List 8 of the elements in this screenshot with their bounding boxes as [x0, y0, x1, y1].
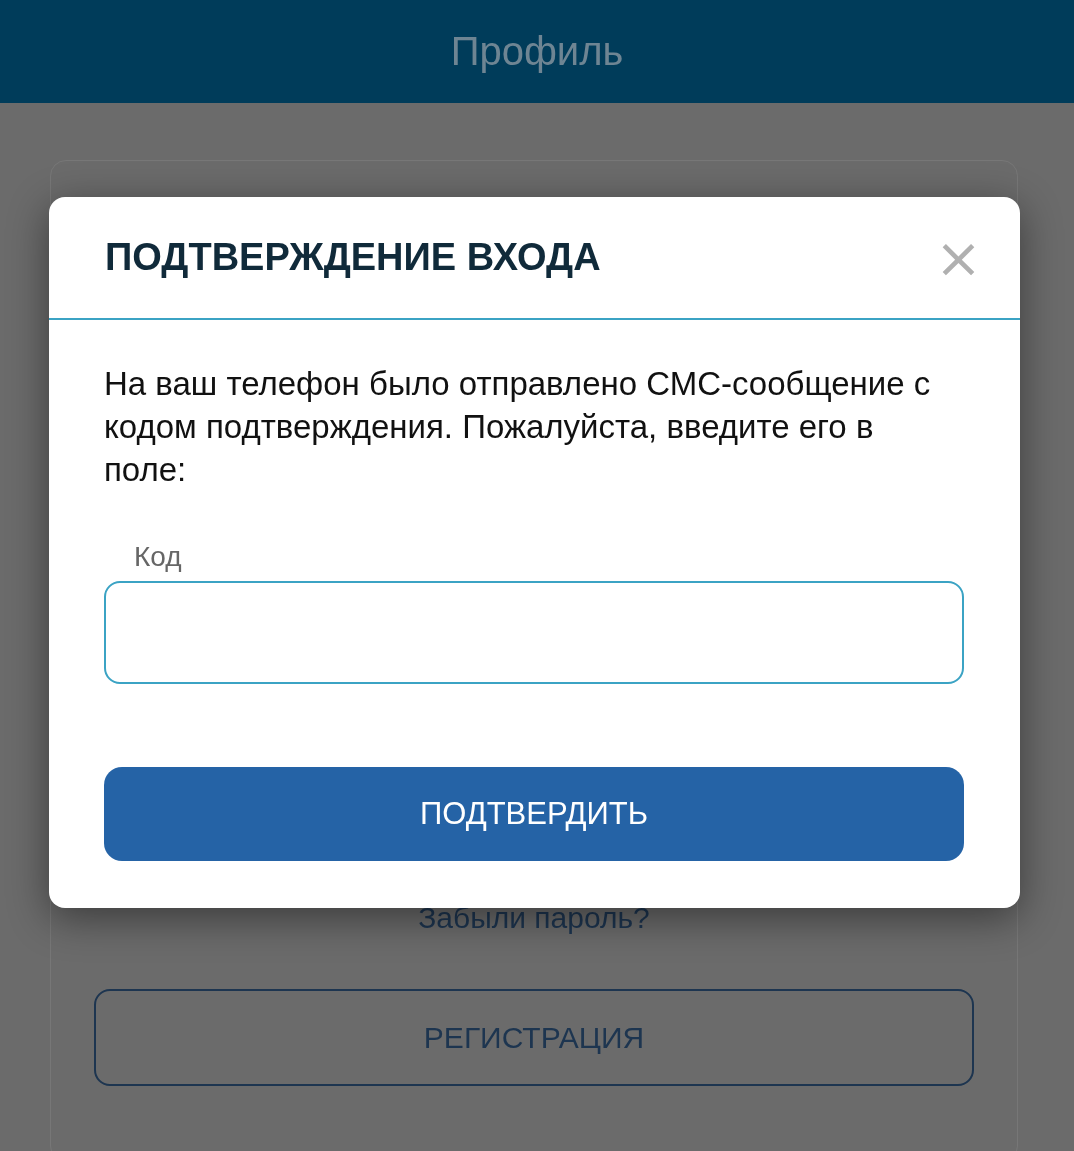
code-input-field[interactable] — [104, 581, 964, 684]
confirm-button[interactable]: ПОДТВЕРДИТЬ — [104, 767, 964, 861]
register-button[interactable]: РЕГИСТРАЦИЯ — [94, 989, 974, 1086]
page-title: Профиль — [450, 29, 624, 74]
dialog-title: ПОДТВЕРЖДЕНИЕ ВХОДА — [105, 236, 601, 279]
code-label: Код — [134, 541, 183, 573]
dialog-message: На ваш телефон было отправлено СМС-сообщение с кодом подтверждения. Пожалуйста, введите его в поле: — [104, 364, 932, 490]
close-button[interactable]: × — [935, 229, 982, 286]
